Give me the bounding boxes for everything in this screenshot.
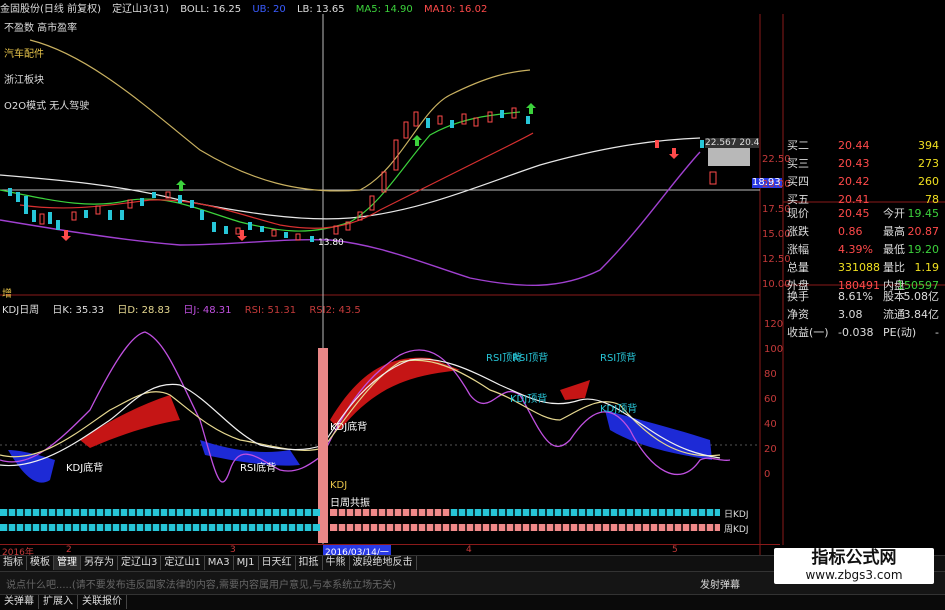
low-price-label: 13.80 <box>318 238 344 248</box>
rsi-top-divergence-3: RSI顶背 <box>600 353 637 364</box>
kdj-bottom-divergence-left: KDJ底背 <box>66 463 104 474</box>
bid-row[interactable]: 买二 20.44 394 <box>783 137 945 155</box>
extension-button[interactable]: 扩展入 <box>39 595 78 609</box>
tab-dls1[interactable]: 定辽山1 <box>161 556 205 570</box>
signal-arrows <box>61 103 679 241</box>
kdj-label: KDJ <box>330 480 348 491</box>
tab-indicator[interactable]: 指标 <box>0 556 27 570</box>
footer-bar: 关弹幕 扩展入 关联报价 <box>0 594 945 610</box>
bid-row[interactable]: 买四 20.42 260 <box>783 173 945 191</box>
rsi-bottom-divergence: RSI底背 <box>240 463 277 474</box>
tab-mj1[interactable]: MJ1 <box>234 556 259 570</box>
stats-panel: 现价 20.45 今开 19.45 涨跌 0.86 最高 20.87 涨幅 4.39% 最低 19… <box>787 207 939 292</box>
bid-row[interactable]: 买三 20.43 273 <box>783 155 945 173</box>
day-kdj-label: 日KDJ <box>724 510 749 520</box>
quote-panel: 买二 20.44 394 买三 20.43 273 买四 20.42 260 买五 20.41… <box>783 137 945 209</box>
kdj-header: KDJ日周 日K: 35.33 日D: 28.83 日J: 48.31 RSI:… <box>2 305 361 316</box>
kdj-name[interactable]: KDJ日周 <box>2 305 39 316</box>
related-quotes-button[interactable]: 关联报价 <box>78 595 127 609</box>
day-kdj-strip <box>0 509 720 516</box>
crosshair-price-readout: 22.567 20.4 <box>705 138 760 148</box>
week-kdj-label: 周KDJ <box>724 525 749 535</box>
rsi-top-divergence-2: RSI顶背 <box>512 353 549 364</box>
tab-dls3[interactable]: 定辽山3 <box>118 556 162 570</box>
kdj-top-divergence-1: KDJ顶背 <box>510 394 548 405</box>
tab-save-as[interactable]: 另存为 <box>81 556 118 570</box>
current-price-tag: 18.93 <box>752 177 781 188</box>
send-danmaku-button[interactable]: 发射弹幕 <box>700 576 740 591</box>
candlesticks <box>8 107 750 242</box>
danmaku-input[interactable]: 说点什么吧.....(请不要发布违反国家法律的内容,需要内容属用户意见,与本系统… <box>6 576 396 591</box>
tab-band-rebound[interactable]: 波段绝地反击 <box>350 556 417 570</box>
week-kdj-strip <box>0 524 720 531</box>
tab-bull-bear[interactable]: 牛熊 <box>323 556 350 570</box>
tab-daily-red[interactable]: 日天红 <box>259 556 296 570</box>
tab-template[interactable]: 模板 <box>27 556 54 570</box>
tab-manage[interactable]: 管理 <box>54 556 81 570</box>
fundamentals-panel: 换手 8.61% 股本 5.08亿 净资 3.08 流通 3.84亿 收益(一) -0.038… <box>787 290 939 339</box>
tab-koudi[interactable]: 扣抵 <box>296 556 323 570</box>
close-danmaku-button[interactable]: 关弹幕 <box>0 595 39 609</box>
day-week-resonance: 日周共振 <box>330 498 370 509</box>
kdj-axis: 120 100 80 60 40 20 0 <box>764 319 784 480</box>
tab-ma3[interactable]: MA3 <box>205 556 234 570</box>
price-axis: 22.50 20.00 17.50 15.00 12.50 10.00 <box>762 154 791 290</box>
unit-label: 增 <box>2 289 12 300</box>
kdj-bottom-divergence-mid: KDJ底背 <box>330 422 368 433</box>
time-axis: 2016年 2 3 2016/03/14/一 4 5 <box>0 544 780 558</box>
kdj-top-divergence-2: KDJ顶背 <box>600 404 638 415</box>
site-watermark: 指标公式网 www.zbgs3.com <box>774 548 934 584</box>
